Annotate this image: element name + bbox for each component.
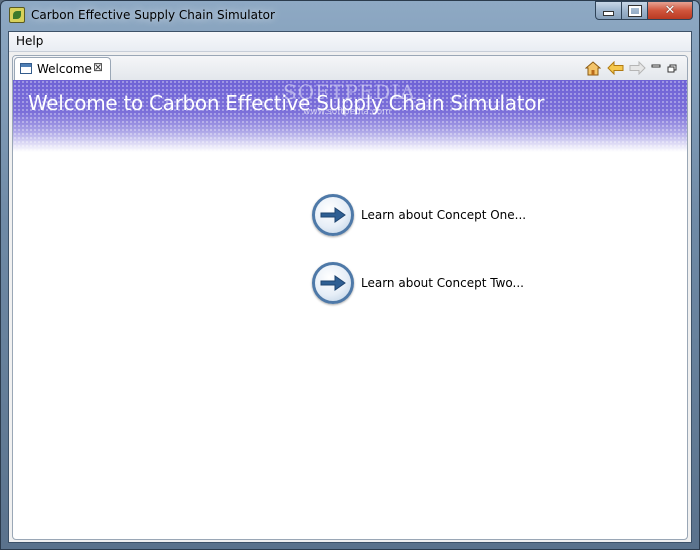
minimize-button[interactable]	[595, 1, 622, 20]
concept-two-label[interactable]: Learn about Concept Two...	[361, 276, 524, 290]
client-area: Help Welcome ⊠ SOFTPEDIA www.softpedia.c…	[8, 31, 692, 543]
close-icon: ✕	[664, 3, 676, 18]
maximize-view-icon[interactable]	[665, 59, 679, 77]
maximize-button[interactable]	[622, 1, 648, 20]
concept-one-label[interactable]: Learn about Concept One...	[361, 208, 526, 222]
page-title: Welcome to Carbon Effective Supply Chain…	[28, 91, 545, 115]
menu-bar: Help	[9, 32, 691, 52]
view-toolbar	[581, 58, 679, 78]
back-arrow-icon[interactable]	[605, 59, 625, 77]
window-controls: ✕	[595, 1, 693, 21]
forward-arrow-icon[interactable]	[627, 59, 647, 77]
menu-help[interactable]: Help	[16, 34, 43, 48]
app-icon[interactable]	[9, 7, 25, 23]
welcome-view: Welcome ⊠ SOFTPEDIA www.softpedia.com We…	[12, 55, 688, 540]
window-title: Carbon Effective Supply Chain Simulator	[31, 8, 275, 22]
tab-label: Welcome	[37, 62, 92, 76]
window-icon	[20, 63, 32, 74]
arrow-right-icon[interactable]	[312, 194, 354, 236]
close-button[interactable]: ✕	[648, 1, 693, 20]
minimize-view-icon[interactable]	[649, 59, 663, 77]
concept-one-link[interactable]: Learn about Concept One...	[312, 192, 526, 238]
tab-strip: Welcome ⊠	[13, 56, 687, 81]
concept-two-link[interactable]: Learn about Concept Two...	[312, 260, 524, 306]
arrow-right-icon[interactable]	[312, 262, 354, 304]
welcome-banner: SOFTPEDIA www.softpedia.com Welcome to C…	[13, 80, 687, 152]
maximize-icon	[627, 4, 642, 17]
app-window: Carbon Effective Supply Chain Simulator …	[0, 0, 700, 550]
tab-welcome[interactable]: Welcome ⊠	[14, 57, 111, 80]
minimize-icon	[603, 11, 614, 16]
title-bar[interactable]: Carbon Effective Supply Chain Simulator …	[1, 1, 699, 31]
home-icon[interactable]	[583, 59, 603, 77]
tab-close-icon[interactable]: ⊠	[93, 60, 103, 74]
